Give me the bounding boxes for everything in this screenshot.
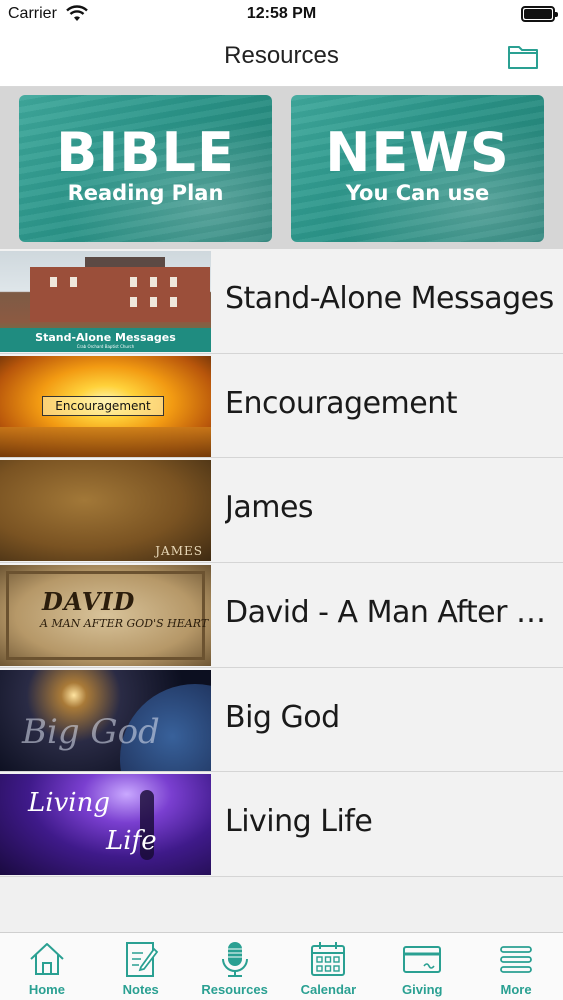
list-item[interactable]: Stand-Alone Messages Crab Orchard Baptis… [0, 249, 563, 354]
window-shape [150, 297, 157, 307]
thumbnail-subtitle: A MAN AFTER GOD'S HEART [40, 617, 209, 631]
window-shape [170, 297, 177, 307]
thumbnail-encouragement: Encouragement [0, 355, 211, 457]
bible-reading-plan-banner[interactable]: BIBLE Reading Plan [19, 95, 272, 242]
window-shape [130, 277, 137, 287]
list-item-label: David - A Man After G… [225, 595, 557, 631]
home-icon [30, 943, 64, 975]
thumbnail-text: Encouragement [42, 395, 164, 416]
card-icon [403, 946, 442, 973]
thumbnail-james: JAMES [0, 460, 211, 562]
list-item[interactable]: Big God Big God [0, 667, 563, 773]
list-item[interactable]: JAMES James [0, 458, 563, 564]
field-shape [0, 426, 211, 457]
banner-subtitle: Reading Plan [67, 181, 224, 205]
tab-label: Resources [201, 982, 268, 997]
featured-banners: BIBLE Reading Plan NEWS You Can use [0, 87, 563, 249]
microphone-icon [221, 942, 248, 977]
list-item-label: Encouragement [225, 385, 458, 421]
tab-notes[interactable]: Notes [94, 933, 188, 1000]
tab-label: Giving [402, 982, 443, 997]
thumbnail-text: Big God [22, 711, 160, 752]
thumbnail-text-line-1: Living [28, 788, 110, 819]
list-item-label: Living Life [225, 804, 373, 840]
notes-icon [125, 942, 158, 977]
battery-icon [521, 6, 558, 22]
tab-label: Notes [122, 982, 159, 997]
church-building-shape [30, 267, 210, 322]
thumbnail-caption-subtitle: Crab Orchard Baptist Church [76, 344, 135, 349]
thumbnail-big-god: Big God [0, 669, 211, 771]
navigation-bar: Resources [0, 30, 563, 87]
tab-label: Calendar [300, 982, 357, 997]
list-item-label: Stand-Alone Messages [225, 281, 554, 316]
list-item[interactable]: DAVID A MAN AFTER GOD'S HEART David - A … [0, 563, 563, 668]
menu-icon [500, 946, 532, 973]
thumbnail-living-life: Living Life [0, 774, 211, 876]
thumbnail-text-line-2: Life [106, 826, 157, 857]
folder-icon[interactable] [507, 42, 539, 70]
tab-bar: Home Notes Resources Calendar Giving Mor… [0, 932, 563, 1000]
clock: 12:58 PM [246, 5, 317, 22]
list-item[interactable]: Encouragement Encouragement [0, 353, 563, 459]
list-item-label: Big God [225, 699, 340, 735]
thumbnail-david: DAVID A MAN AFTER GOD'S HEART [0, 565, 211, 667]
news-you-can-use-banner[interactable]: NEWS You Can use [291, 95, 544, 242]
window-shape [130, 297, 137, 307]
list-item-label: James [225, 490, 314, 526]
thumbnail-stand-alone-messages: Stand-Alone Messages Crab Orchard Baptis… [0, 251, 211, 352]
tab-label: Home [28, 982, 65, 997]
tab-label: More [500, 982, 532, 997]
banner-title: BIBLE [56, 121, 235, 184]
calendar-icon [311, 942, 346, 976]
window-shape [50, 277, 57, 287]
banner-subtitle: You Can use [345, 181, 490, 205]
window-shape [70, 277, 77, 287]
tab-giving[interactable]: Giving [375, 933, 469, 1000]
tab-home[interactable]: Home [0, 933, 94, 1000]
page-title: Resources [224, 42, 339, 69]
window-shape [170, 277, 177, 287]
tab-calendar[interactable]: Calendar [281, 933, 375, 1000]
tab-more[interactable]: More [469, 933, 563, 1000]
tab-resources[interactable]: Resources [188, 933, 282, 1000]
banner-title: NEWS [325, 121, 510, 184]
status-bar: Carrier 12:58 PM [0, 0, 563, 30]
thumbnail-caption-title: Stand-Alone Messages [35, 331, 176, 344]
app-screen: Carrier 12:58 PM Resources BIBLE Reading… [0, 0, 563, 1000]
list-item[interactable]: Living Life Living Life [0, 772, 563, 878]
thumbnail-text: JAMES [155, 544, 203, 559]
window-shape [150, 277, 157, 287]
thumbnail-title: DAVID [42, 587, 136, 617]
resource-list: Stand-Alone Messages Crab Orchard Baptis… [0, 249, 563, 878]
thumbnail-caption: Stand-Alone Messages Crab Orchard Baptis… [0, 328, 211, 352]
